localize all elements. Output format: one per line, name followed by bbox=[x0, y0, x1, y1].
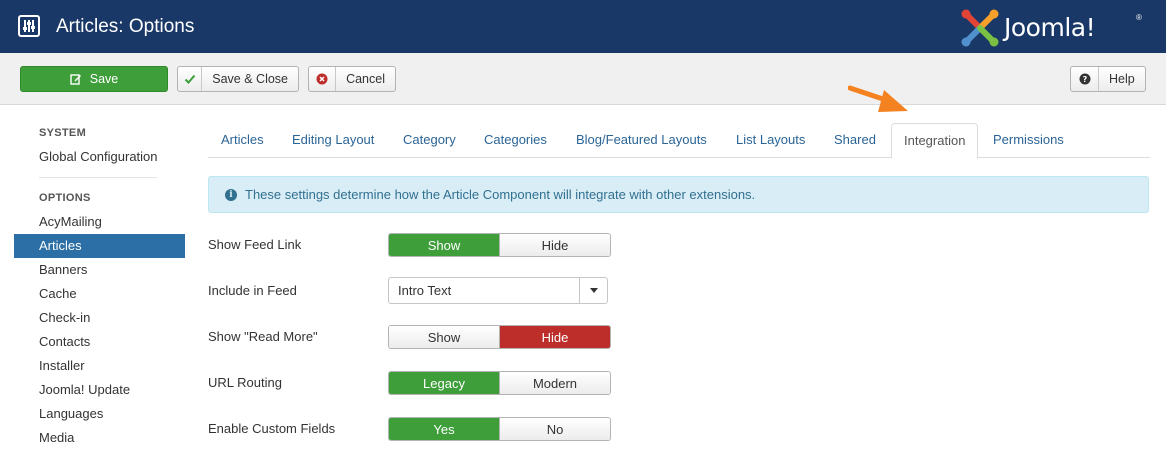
show-feed-link-hide-option[interactable]: Hide bbox=[499, 234, 610, 256]
info-alert-text: These settings determine how the Article… bbox=[245, 187, 756, 202]
logo-registered-mark: ® bbox=[1136, 13, 1142, 22]
cancel-circle-icon bbox=[309, 67, 337, 91]
tab-bar: Articles Editing Layout Category Categor… bbox=[208, 123, 1150, 159]
url-routing-modern-option[interactable]: Modern bbox=[499, 372, 610, 394]
include-in-feed-label: Include in Feed bbox=[208, 283, 297, 298]
field-url-routing: URL Routing Legacy Modern bbox=[208, 371, 628, 395]
sidebar-item-banners[interactable]: Banners bbox=[14, 258, 185, 282]
sidebar-heading-system: SYSTEM bbox=[39, 127, 87, 139]
tab-blog-featured-layouts[interactable]: Blog/Featured Layouts bbox=[576, 123, 707, 158]
show-feed-link-show-option[interactable]: Show bbox=[389, 234, 499, 256]
url-routing-label: URL Routing bbox=[208, 375, 282, 390]
tab-editing-layout[interactable]: Editing Layout bbox=[292, 123, 374, 158]
help-button[interactable]: ? Help bbox=[1070, 66, 1146, 92]
sidebar-item-media[interactable]: Media bbox=[14, 426, 185, 450]
field-show-read-more: Show "Read More" Show Hide bbox=[208, 325, 628, 349]
joomla-logo-icon bbox=[961, 9, 999, 47]
orange-pointer-arrow-icon bbox=[848, 85, 908, 112]
tab-list-layouts[interactable]: List Layouts bbox=[736, 123, 805, 158]
sidebar-item-acymailing[interactable]: AcyMailing bbox=[14, 210, 185, 234]
logo-wordmark: Joomla! bbox=[1004, 13, 1096, 42]
field-show-feed-link: Show Feed Link Show Hide bbox=[208, 233, 628, 257]
options-sliders-icon bbox=[18, 15, 40, 37]
sidebar: SYSTEM Global Configuration OPTIONS AcyM… bbox=[14, 123, 185, 450]
url-routing-legacy-option[interactable]: Legacy bbox=[389, 372, 499, 394]
question-circle-icon: ? bbox=[1071, 67, 1099, 91]
include-in-feed-select[interactable]: Intro Text bbox=[388, 277, 608, 304]
sidebar-item-articles[interactable]: Articles bbox=[14, 234, 185, 258]
tab-category[interactable]: Category bbox=[403, 123, 456, 158]
cancel-button[interactable]: Cancel bbox=[308, 66, 396, 92]
url-routing-toggle: Legacy Modern bbox=[388, 371, 611, 395]
enable-custom-fields-no-option[interactable]: No bbox=[499, 418, 610, 440]
enable-custom-fields-toggle: Yes No bbox=[388, 417, 611, 441]
show-read-more-label: Show "Read More" bbox=[208, 329, 318, 344]
sidebar-item-check-in[interactable]: Check-in bbox=[14, 306, 185, 330]
include-in-feed-value: Intro Text bbox=[398, 283, 452, 298]
tab-integration[interactable]: Integration bbox=[891, 123, 979, 159]
tab-articles[interactable]: Articles bbox=[221, 123, 264, 158]
show-feed-link-toggle: Show Hide bbox=[388, 233, 611, 257]
field-include-in-feed: Include in Feed Intro Text bbox=[208, 277, 628, 304]
page-title: Articles: Options bbox=[56, 16, 195, 37]
help-label: Help bbox=[1109, 72, 1135, 86]
svg-text:?: ? bbox=[1082, 75, 1087, 84]
save-and-close-button[interactable]: Save & Close bbox=[177, 66, 299, 92]
info-circle-icon: i bbox=[225, 188, 237, 201]
chevron-down-icon bbox=[579, 278, 607, 303]
show-read-more-hide-option[interactable]: Hide bbox=[499, 326, 610, 348]
sidebar-item-contacts[interactable]: Contacts bbox=[14, 330, 185, 354]
cancel-label: Cancel bbox=[346, 72, 385, 86]
sidebar-heading-options: OPTIONS bbox=[39, 192, 91, 204]
toolbar: Save Save & Close Cancel ? Help bbox=[0, 53, 1166, 105]
save-and-close-label: Save & Close bbox=[212, 72, 288, 86]
enable-custom-fields-label: Enable Custom Fields bbox=[208, 421, 336, 436]
info-alert: i These settings determine how the Artic… bbox=[208, 176, 1149, 213]
tab-shared[interactable]: Shared bbox=[834, 123, 876, 158]
header-bar: Articles: Options Joomla! ® bbox=[0, 0, 1166, 53]
enable-custom-fields-yes-option[interactable]: Yes bbox=[389, 418, 499, 440]
sidebar-item-installer[interactable]: Installer bbox=[14, 354, 185, 378]
checkmark-icon bbox=[178, 67, 203, 91]
save-button[interactable]: Save bbox=[20, 66, 168, 92]
sidebar-item-joomla-update[interactable]: Joomla! Update bbox=[14, 378, 185, 402]
sidebar-item-global-configuration[interactable]: Global Configuration bbox=[14, 145, 185, 169]
show-read-more-toggle: Show Hide bbox=[388, 325, 611, 349]
sidebar-item-cache[interactable]: Cache bbox=[14, 282, 185, 306]
save-button-label: Save bbox=[89, 72, 119, 86]
show-feed-link-label: Show Feed Link bbox=[208, 237, 302, 252]
tab-permissions[interactable]: Permissions bbox=[993, 123, 1064, 158]
joomla-logo[interactable]: Joomla! ® bbox=[960, 8, 1150, 48]
edit-icon bbox=[66, 67, 86, 91]
field-enable-custom-fields: Enable Custom Fields Yes No bbox=[208, 417, 628, 441]
sidebar-item-languages[interactable]: Languages bbox=[14, 402, 185, 426]
tab-categories[interactable]: Categories bbox=[484, 123, 547, 158]
sidebar-divider bbox=[39, 177, 157, 178]
show-read-more-show-option[interactable]: Show bbox=[389, 326, 499, 348]
